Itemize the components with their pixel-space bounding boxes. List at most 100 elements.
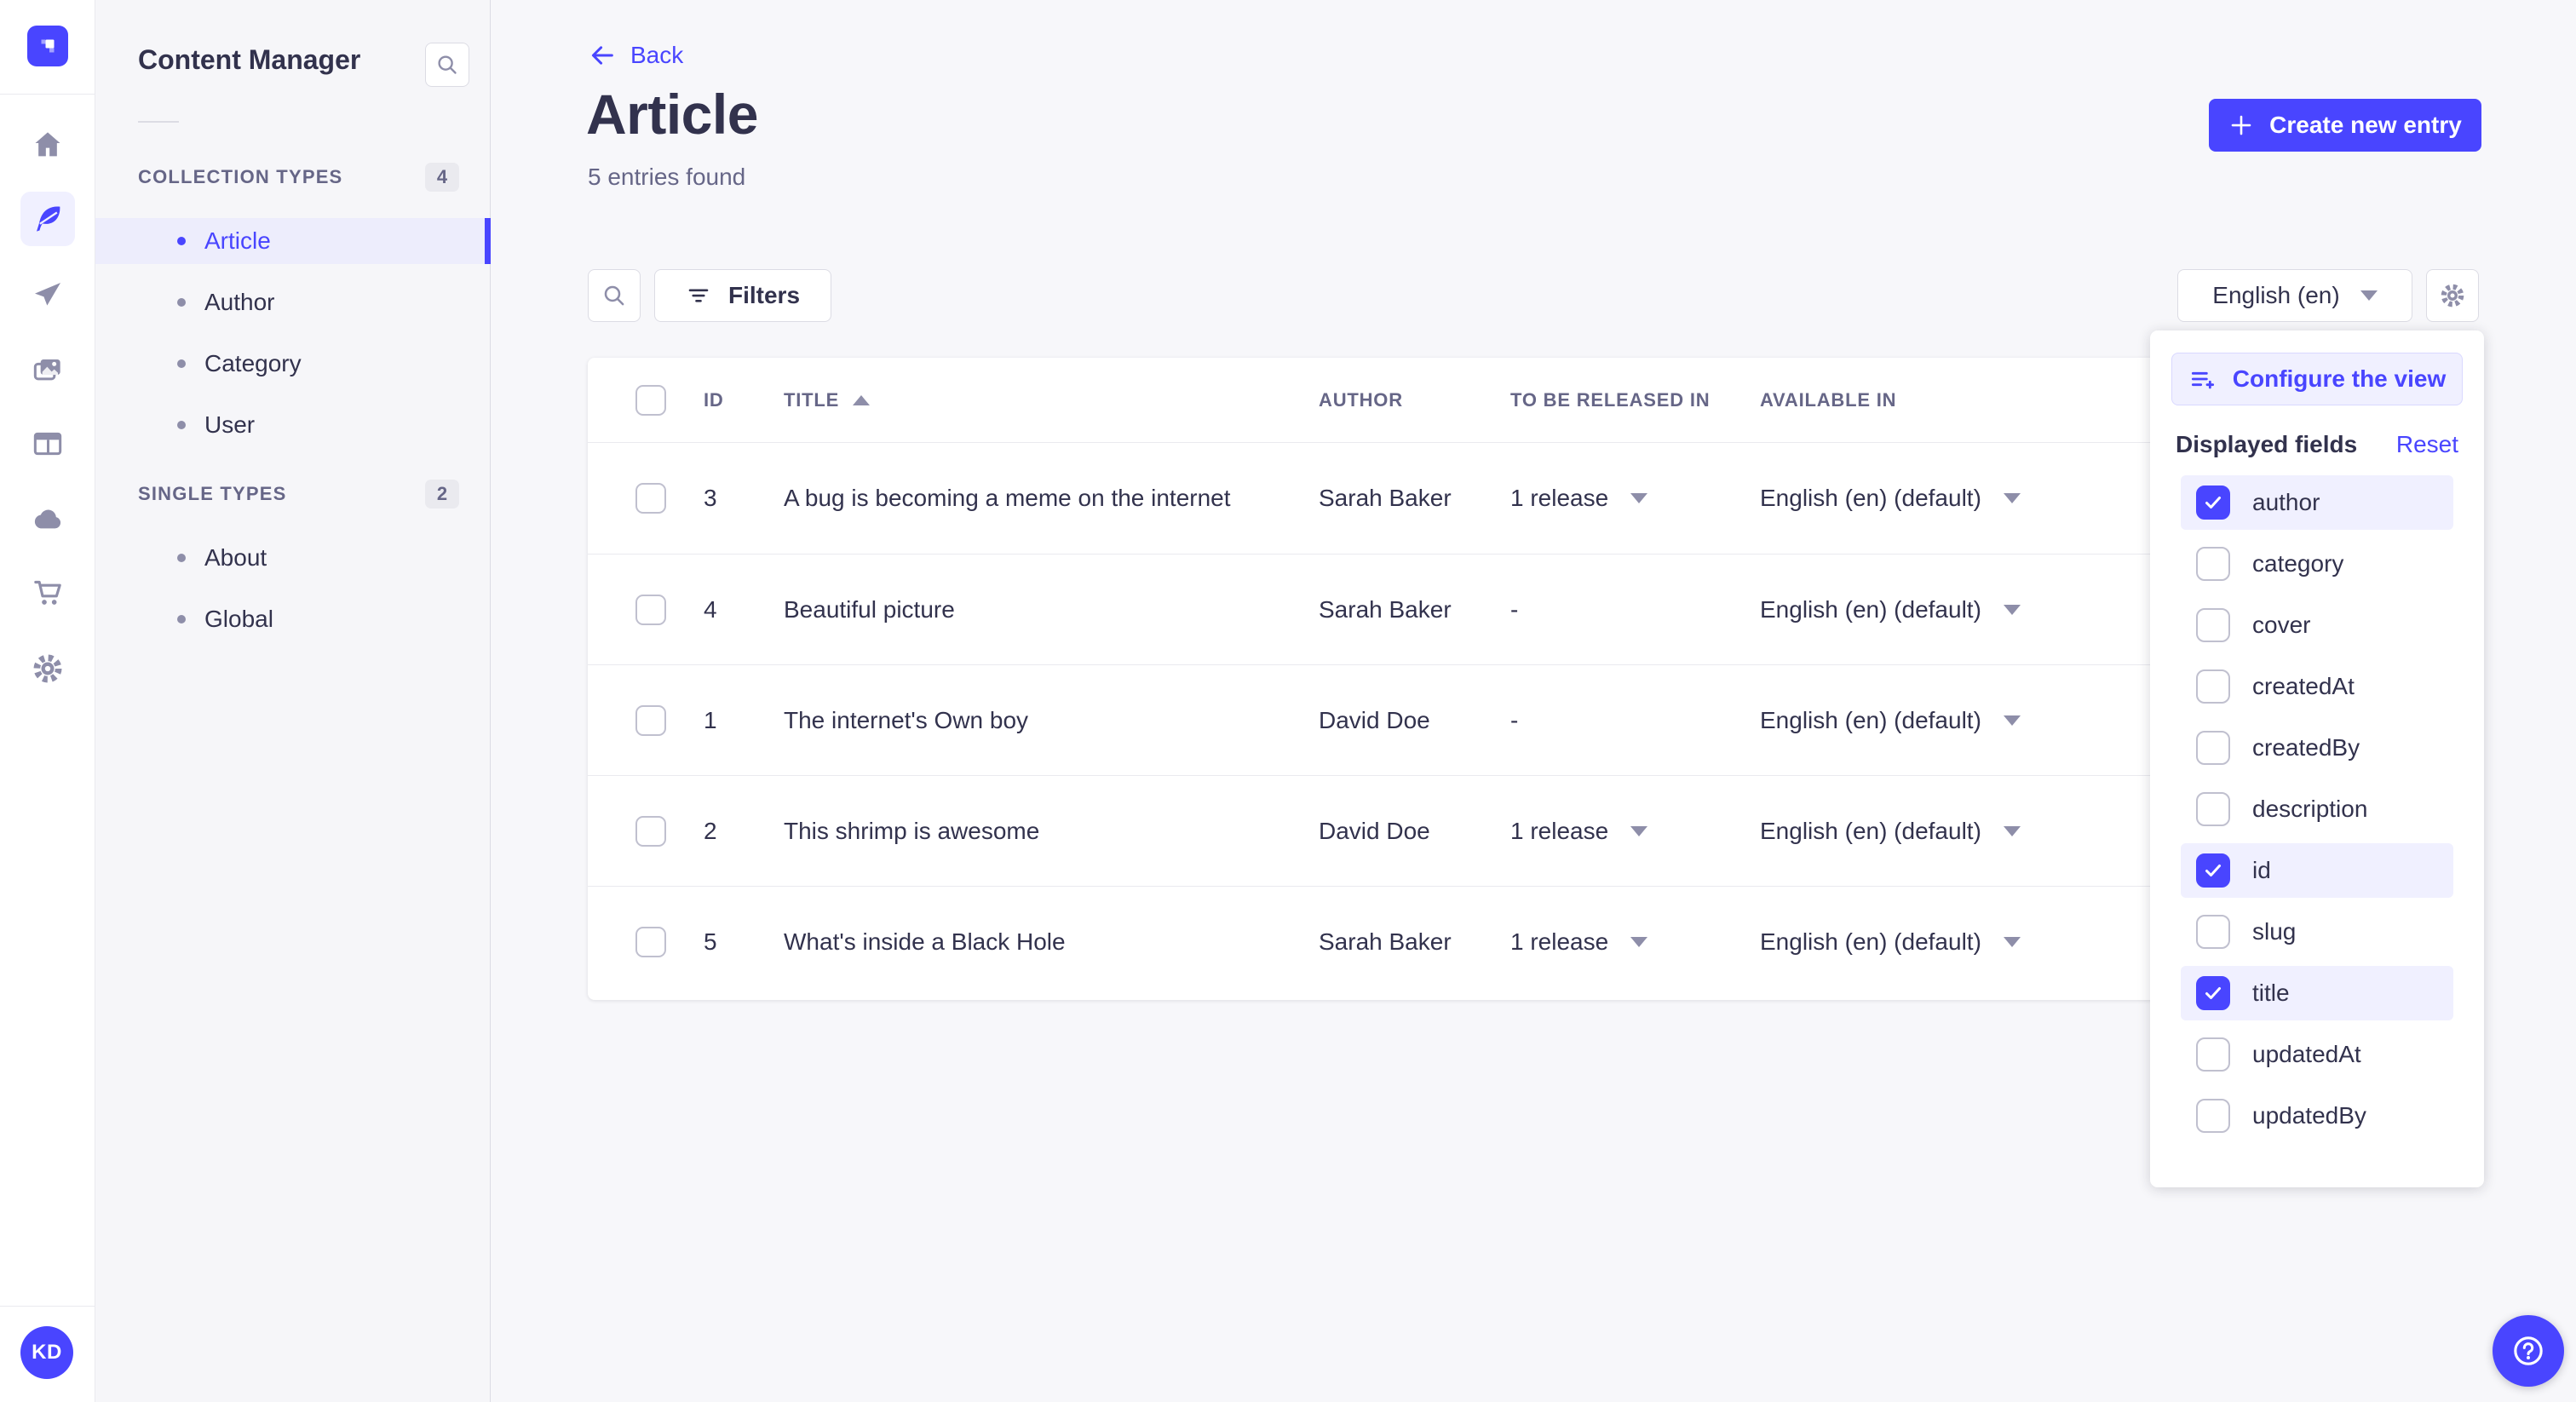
content-manager-subnav: Content Manager COLLECTION TYPES 4 Artic… — [95, 0, 491, 1402]
strapi-logo[interactable] — [27, 26, 68, 66]
sidebar-item-about[interactable]: About — [95, 535, 490, 581]
displayed-field-category[interactable]: category — [2181, 537, 2453, 591]
select-all-checkbox[interactable] — [635, 384, 666, 416]
media-library-icon[interactable] — [20, 342, 75, 397]
displayed-field-updatedAt[interactable]: updatedAt — [2181, 1027, 2453, 1082]
releases-icon[interactable] — [20, 268, 75, 323]
table-row[interactable]: 5 What's inside a Black Hole Sarah Baker… — [588, 886, 2182, 997]
search-icon — [604, 285, 624, 306]
row-checkbox[interactable] — [635, 704, 666, 736]
cell-release[interactable]: - — [1510, 596, 1760, 623]
configure-view-button[interactable]: Configure the view — [2171, 353, 2463, 405]
chevron-down-icon — [1630, 936, 1648, 947]
configure-list-icon — [2191, 371, 2214, 389]
field-checkbox[interactable] — [2196, 608, 2230, 642]
cell-title: A bug is becoming a meme on the internet — [784, 485, 1231, 511]
field-checkbox[interactable] — [2196, 486, 2230, 520]
cell-available[interactable]: English (en) (default) — [1760, 928, 2182, 956]
row-checkbox[interactable] — [635, 926, 666, 957]
view-settings-button[interactable] — [2426, 269, 2479, 322]
entries-count: 5 entries found — [588, 164, 746, 190]
field-checkbox[interactable] — [2196, 1099, 2230, 1133]
cell-available[interactable]: English (en) (default) — [1760, 818, 2182, 845]
field-checkbox[interactable] — [2196, 792, 2230, 826]
user-avatar[interactable]: KD — [20, 1326, 73, 1379]
content-manager-icon[interactable] — [20, 192, 75, 246]
sidebar-item-author[interactable]: Author — [95, 279, 490, 325]
sidebar-item-article[interactable]: Article — [95, 218, 491, 264]
locale-select[interactable]: English (en) — [2177, 269, 2412, 322]
create-new-entry-button[interactable]: Create new entry — [2209, 99, 2481, 152]
cell-available[interactable]: English (en) (default) — [1760, 485, 2182, 512]
help-button[interactable] — [2493, 1315, 2564, 1387]
displayed-field-id[interactable]: id — [2181, 843, 2453, 898]
field-checkbox[interactable] — [2196, 669, 2230, 704]
subnav-section: COLLECTION TYPES 4 Article Author Catego… — [95, 162, 491, 448]
column-header-author[interactable]: AUTHOR — [1319, 389, 1510, 411]
chevron-down-icon — [1630, 825, 1648, 836]
main-nav-rail: KD — [0, 0, 95, 1402]
cell-release[interactable]: 1 release — [1510, 818, 1760, 845]
field-checkbox[interactable] — [2196, 731, 2230, 765]
cell-available[interactable]: English (en) (default) — [1760, 596, 2182, 623]
cell-available[interactable]: English (en) (default) — [1760, 707, 2182, 734]
table-search-button[interactable] — [588, 269, 641, 322]
table-row[interactable]: 2 This shrimp is awesome David Doe 1 rel… — [588, 775, 2182, 886]
field-checkbox[interactable] — [2196, 853, 2230, 888]
row-checkbox[interactable] — [635, 483, 666, 514]
column-header-release[interactable]: TO BE RELEASED IN — [1510, 389, 1760, 411]
home-icon[interactable] — [20, 118, 75, 172]
displayed-field-description[interactable]: description — [2181, 782, 2453, 836]
marketplace-cart-icon[interactable] — [20, 566, 75, 620]
sidebar-item-user[interactable]: User — [95, 402, 490, 448]
cell-id: 4 — [704, 595, 717, 623]
field-checkbox[interactable] — [2196, 547, 2230, 581]
column-header-available[interactable]: AVAILABLE IN — [1760, 389, 2182, 411]
field-checkbox[interactable] — [2196, 1037, 2230, 1072]
table-row[interactable]: 3 A bug is becoming a meme on the intern… — [588, 443, 2182, 554]
column-header-title[interactable]: TITLE — [784, 389, 1319, 411]
content-type-builder-icon[interactable] — [20, 417, 75, 471]
chevron-down-icon — [2003, 604, 2021, 615]
back-link[interactable]: Back — [588, 41, 683, 70]
cell-release[interactable]: 1 release — [1510, 928, 1760, 956]
displayed-field-createdBy[interactable]: createdBy — [2181, 721, 2453, 775]
chevron-down-icon — [2360, 290, 2378, 301]
bullet-icon — [177, 554, 186, 562]
cell-id: 2 — [704, 817, 717, 844]
displayed-fields-title: Displayed fields — [2176, 431, 2358, 457]
cell-author: Sarah Baker — [1319, 595, 1452, 623]
displayed-field-slug[interactable]: slug — [2181, 905, 2453, 959]
cell-title: This shrimp is awesome — [784, 817, 1040, 844]
row-checkbox[interactable] — [635, 815, 666, 847]
search-icon — [438, 55, 457, 74]
field-checkbox[interactable] — [2196, 915, 2230, 949]
cell-release[interactable]: - — [1510, 707, 1760, 734]
displayed-field-createdAt[interactable]: createdAt — [2181, 659, 2453, 714]
filters-button[interactable]: Filters — [654, 269, 832, 322]
sidebar-item-category[interactable]: Category — [95, 341, 490, 387]
bullet-icon — [177, 298, 186, 307]
section-count-badge: 4 — [425, 163, 459, 192]
displayed-field-cover[interactable]: cover — [2181, 598, 2453, 652]
reset-link[interactable]: Reset — [2396, 431, 2458, 458]
subnav-search-button[interactable] — [425, 43, 469, 87]
row-checkbox[interactable] — [635, 594, 666, 625]
displayed-field-title[interactable]: title — [2181, 966, 2453, 1020]
displayed-field-updatedBy[interactable]: updatedBy — [2181, 1089, 2453, 1143]
entries-table: ID TITLE AUTHOR TO BE RELEASED IN AVAILA… — [588, 358, 2182, 1000]
displayed-field-author[interactable]: author — [2181, 475, 2453, 530]
sort-ascending-icon — [853, 394, 871, 405]
cell-title: Beautiful picture — [784, 595, 955, 623]
settings-gear-icon[interactable] — [20, 641, 75, 696]
cell-release[interactable]: 1 release — [1510, 485, 1760, 512]
table-row[interactable]: 4 Beautiful picture Sarah Baker - Englis… — [588, 554, 2182, 664]
rail-divider — [0, 1306, 95, 1307]
chevron-down-icon — [2003, 715, 2021, 726]
column-header-id[interactable]: ID — [704, 389, 784, 411]
deploy-cloud-icon[interactable] — [20, 492, 75, 547]
field-checkbox[interactable] — [2196, 976, 2230, 1010]
question-mark-icon — [2514, 1336, 2543, 1365]
table-row[interactable]: 1 The internet's Own boy David Doe - Eng… — [588, 664, 2182, 775]
sidebar-item-global[interactable]: Global — [95, 596, 490, 642]
